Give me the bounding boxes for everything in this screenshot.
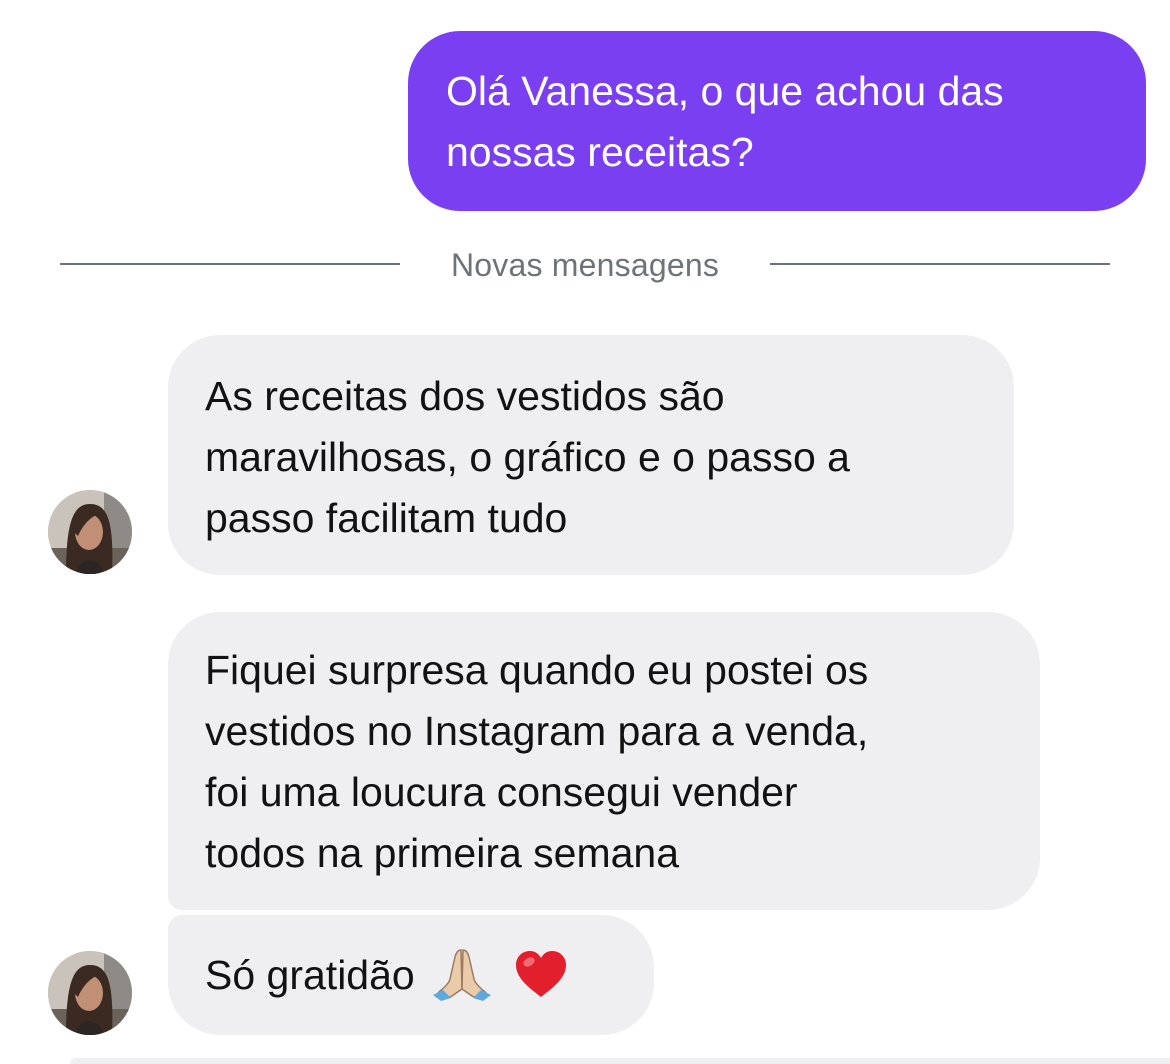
new-messages-label: Novas mensagens [450, 247, 720, 283]
incoming-message-bubble[interactable]: As receitas dos vestidos são maravilhosa… [168, 335, 1014, 575]
message-text-line: maravilhosas, o gráfico e o passo a [205, 434, 850, 480]
avatar[interactable] [48, 490, 132, 574]
message-text-line: As receitas dos vestidos são [205, 373, 725, 419]
incoming-message-bubble[interactable]: Só gratidão [168, 915, 654, 1035]
message-text-line: foi uma loucura consegui vender [205, 769, 798, 815]
avatar[interactable] [48, 951, 132, 1035]
message-text-line: todos na primeira semana [205, 830, 680, 876]
divider-line-right [770, 263, 1110, 265]
message-text-line: Olá Vanessa, o que achou das [446, 68, 1004, 114]
message-text-line: vestidos no Instagram para a venda, [205, 708, 869, 754]
incoming-message-bubble[interactable]: Fiquei surpresa quando eu postei os vest… [168, 612, 1040, 910]
message-text-line: Só gratidão [205, 945, 654, 1006]
message-text-line: passo facilitam tudo [205, 495, 568, 541]
message-text-line: Fiquei surpresa quando eu postei os [205, 647, 869, 693]
message-text: Só gratidão [205, 952, 415, 998]
message-text-line: nossas receitas? [446, 129, 754, 175]
folded-hands-icon [431, 946, 493, 1002]
next-message-bubble-edge [70, 1058, 1170, 1064]
new-messages-divider: Novas mensagens [60, 241, 1110, 287]
red-heart-icon [513, 948, 569, 1000]
outgoing-message-bubble[interactable]: Olá Vanessa, o que achou das nossas rece… [408, 31, 1146, 211]
